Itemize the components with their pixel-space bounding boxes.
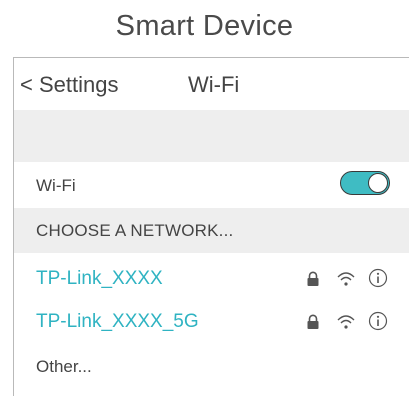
back-to-settings-link[interactable]: < Settings — [20, 72, 118, 98]
toggle-knob — [368, 173, 388, 193]
network-icons — [306, 311, 396, 333]
page-title: Wi-Fi — [188, 72, 240, 97]
wifi-toggle-row: Wi-Fi — [14, 162, 409, 208]
header-band — [14, 110, 409, 162]
lock-icon — [307, 271, 319, 286]
wifi-signal-icon — [337, 315, 355, 329]
network-item[interactable]: TP-Link_XXXX_5G — [14, 304, 409, 340]
section-header-label: CHOOSE A NETWORK... — [36, 221, 234, 240]
network-name: TP-Link_XXXX_5G — [36, 311, 199, 332]
network-item[interactable]: TP-Link_XXXX — [14, 261, 409, 297]
wifi-signal-icon — [337, 272, 355, 286]
lock-icon — [307, 314, 319, 329]
choose-network-header: CHOOSE A NETWORK... — [14, 208, 409, 253]
device-title: Smart Device — [115, 10, 294, 42]
wifi-label: Wi-Fi — [36, 176, 76, 195]
info-icon[interactable] — [368, 311, 388, 331]
network-name: TP-Link_XXXX — [36, 268, 163, 289]
network-icons — [306, 268, 396, 290]
phone-screen: < Settings Wi-Fi Wi-Fi CHOOSE A NETWORK.… — [13, 57, 409, 396]
other-network-item[interactable]: Other... — [36, 357, 92, 377]
nav-bar: < Settings Wi-Fi — [14, 58, 409, 110]
wifi-toggle[interactable] — [340, 171, 390, 195]
info-icon[interactable] — [368, 268, 388, 288]
